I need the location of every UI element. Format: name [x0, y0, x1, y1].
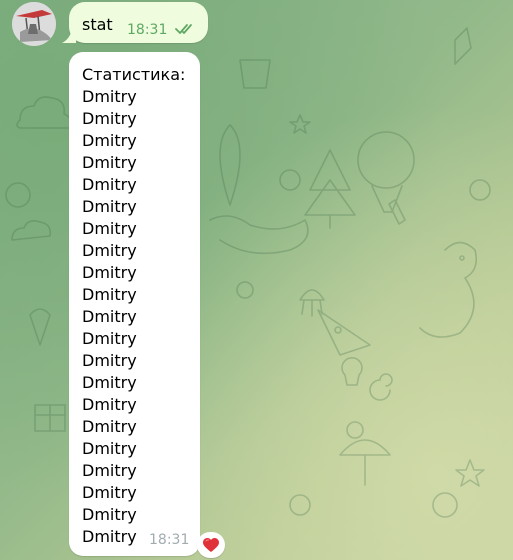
outgoing-message-text: stat	[82, 15, 113, 34]
avatar-photo-icon	[12, 2, 56, 46]
heart-reaction-button[interactable]	[197, 532, 225, 558]
incoming-message-text: Статистика: Dmitry Dmitry Dmitry Dmitry …	[82, 64, 185, 548]
double-check-icon	[175, 24, 192, 34]
list-item: Dmitry	[82, 109, 137, 128]
list-item: Dmitry	[82, 241, 137, 260]
list-item: Dmitry	[82, 351, 137, 370]
outgoing-message-bubble[interactable]: stat 18:31	[62, 2, 208, 43]
statistics-header: Статистика:	[82, 65, 186, 84]
list-item: Dmitry	[82, 175, 137, 194]
list-item: Dmitry	[82, 417, 137, 436]
outgoing-message-time: 18:31	[127, 22, 168, 38]
incoming-message-bubble[interactable]: Статистика: Dmitry Dmitry Dmitry Dmitry …	[69, 52, 200, 556]
list-item: Dmitry	[82, 197, 137, 216]
list-item: Dmitry	[82, 153, 137, 172]
list-item: Dmitry	[82, 395, 137, 414]
list-item: Dmitry	[82, 219, 137, 238]
contact-avatar[interactable]	[12, 2, 56, 46]
list-item: Dmitry	[82, 131, 137, 150]
incoming-message-time: 18:31	[149, 532, 190, 548]
heart-icon	[203, 537, 219, 552]
list-item: Dmitry	[82, 373, 137, 392]
list-item: Dmitry	[82, 461, 137, 480]
list-item: Dmitry	[82, 285, 137, 304]
list-item: Dmitry	[82, 439, 137, 458]
bubble-tail-icon	[62, 29, 76, 43]
list-item: Dmitry	[82, 263, 137, 282]
list-item: Dmitry	[82, 505, 137, 524]
list-item: Dmitry	[82, 483, 137, 502]
list-item: Dmitry	[82, 87, 137, 106]
list-item: Dmitry	[82, 307, 137, 326]
list-item: Dmitry	[82, 329, 137, 348]
